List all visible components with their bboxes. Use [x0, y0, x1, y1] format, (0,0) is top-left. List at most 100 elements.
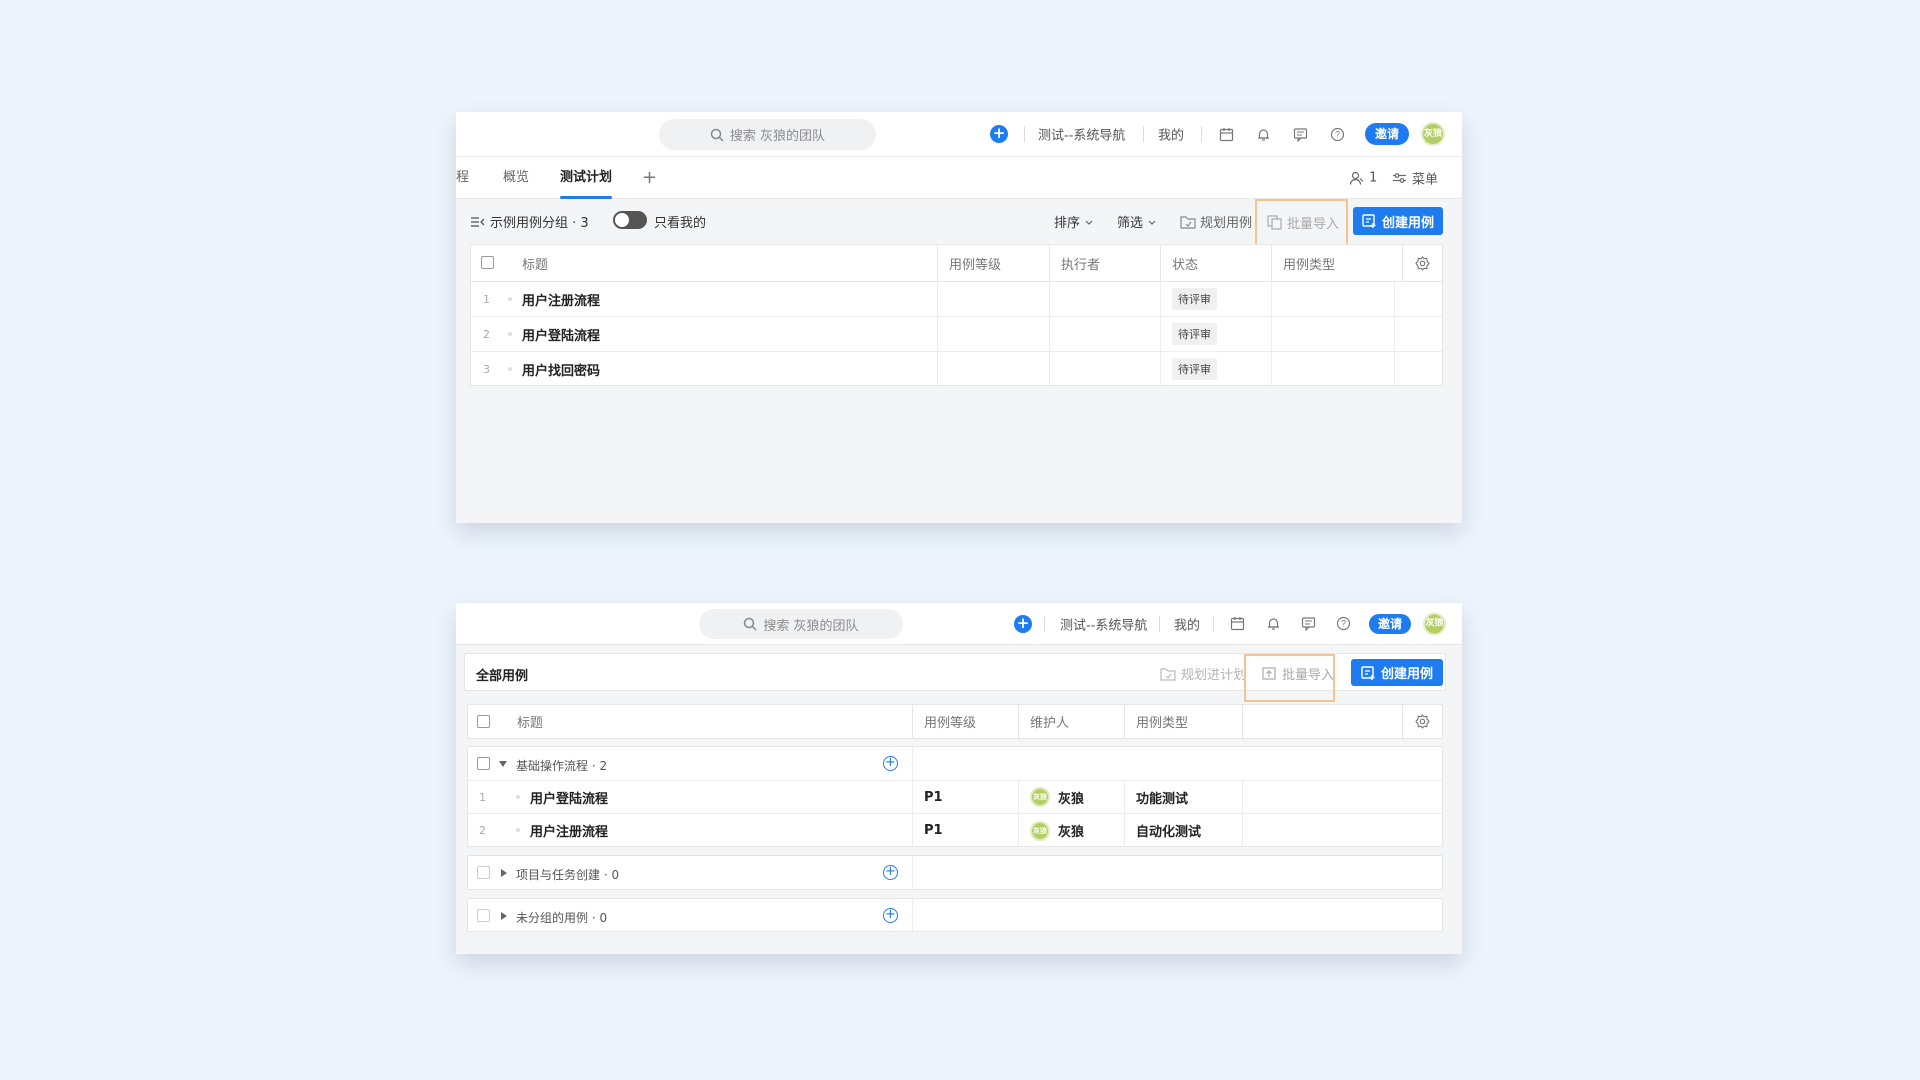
- create-case-button[interactable]: 创建用例: [1351, 659, 1443, 686]
- case-type[interactable]: 自动化测试: [1124, 814, 1242, 847]
- settings-gear-icon[interactable]: [1402, 705, 1442, 738]
- caret-right-icon[interactable]: [500, 869, 508, 877]
- mine-link[interactable]: 我的: [1158, 125, 1184, 144]
- sort-label: 排序: [1054, 216, 1081, 231]
- case-owner[interactable]: 灰狼 灰狼: [1018, 814, 1124, 847]
- tab-test-plan[interactable]: 测试计划: [560, 157, 613, 199]
- tab-schedule[interactable]: 程: [456, 157, 469, 199]
- case-type[interactable]: [1271, 317, 1394, 351]
- case-group[interactable]: 项目与任务创建 · 0 +: [467, 855, 1443, 890]
- group-header-extra: [912, 747, 1444, 780]
- group-header[interactable]: 基础操作流程 · 2 +: [468, 747, 1442, 781]
- only-mine-label: 只看我的: [654, 216, 707, 231]
- invite-button[interactable]: 邀请: [1369, 613, 1411, 634]
- collapse-icon: [471, 216, 485, 227]
- quick-add-icon[interactable]: +: [990, 125, 1008, 143]
- case-status-cell[interactable]: 待评审: [1160, 352, 1271, 386]
- message-icon[interactable]: [1299, 615, 1317, 633]
- project-nav[interactable]: 测试--系统导航: [1060, 614, 1147, 633]
- sort-button[interactable]: 排序: [1054, 212, 1094, 231]
- highlight-box: [1244, 654, 1335, 702]
- search-placeholder: 搜索 灰狼的团队: [763, 618, 859, 634]
- menu-button[interactable]: 菜单: [1392, 168, 1438, 187]
- case-level[interactable]: P1: [912, 781, 1018, 813]
- add-case-icon[interactable]: +: [883, 908, 898, 923]
- case-title[interactable]: 用户找回密码: [511, 352, 937, 386]
- members-button[interactable]: 1: [1349, 170, 1377, 185]
- calendar-icon[interactable]: [1217, 125, 1235, 143]
- group-checkbox[interactable]: [477, 757, 490, 770]
- plan-to-button[interactable]: 规划进计划: [1160, 664, 1246, 683]
- case-type[interactable]: [1271, 352, 1394, 386]
- select-all-checkbox[interactable]: [477, 715, 490, 728]
- settings-gear-icon[interactable]: [1402, 245, 1442, 281]
- add-tab-icon[interactable]: +: [642, 157, 657, 199]
- case-status-cell[interactable]: 待评审: [1160, 317, 1271, 351]
- svg-text:?: ?: [1340, 619, 1345, 629]
- search-icon: [744, 617, 757, 631]
- create-case-label: 创建用例: [1380, 667, 1433, 682]
- add-case-icon[interactable]: +: [883, 756, 898, 771]
- filter-label: 筛选: [1117, 216, 1144, 231]
- bell-icon[interactable]: [1264, 615, 1282, 633]
- owner-avatar: 灰狼: [1030, 787, 1050, 807]
- table-row[interactable]: 3 用户找回密码 待评审: [471, 352, 1442, 386]
- tab-overview[interactable]: 概览: [503, 157, 529, 199]
- calendar-icon[interactable]: [1228, 615, 1246, 633]
- top-bar: 搜索 灰狼的团队 + 测试--系统导航 我的 ? 邀请 灰狼: [456, 603, 1462, 645]
- table-row[interactable]: 1 用户注册流程 待评审: [471, 282, 1442, 317]
- mine-link[interactable]: 我的: [1174, 614, 1200, 633]
- select-all-checkbox[interactable]: [481, 256, 494, 269]
- case-level[interactable]: P1: [912, 814, 1018, 847]
- group-toggle[interactable]: 示例用例分组 · 3: [470, 212, 589, 231]
- case-level[interactable]: [937, 352, 1049, 386]
- page-title: 全部用例: [476, 669, 529, 684]
- case-title[interactable]: 用户登陆流程: [519, 781, 912, 813]
- caret-right-icon[interactable]: [500, 912, 508, 920]
- case-title[interactable]: 用户注册流程: [511, 282, 937, 316]
- table-row[interactable]: 2 用户登陆流程 待评审: [471, 317, 1442, 352]
- plan-case-button[interactable]: 规划用例: [1180, 212, 1252, 231]
- search-placeholder: 搜索 灰狼的团队: [729, 129, 826, 144]
- col-owner: 维护人: [1018, 705, 1124, 738]
- case-level[interactable]: [937, 317, 1049, 351]
- add-case-icon[interactable]: +: [883, 865, 898, 880]
- only-mine-toggle[interactable]: [613, 211, 647, 229]
- case-assignee[interactable]: [1049, 352, 1160, 386]
- case-type[interactable]: 功能测试: [1124, 781, 1242, 813]
- content-area: 全部用例 规划进计划 批量导入 创建用例 标题 用例等级 维护人 用例类型 基础…: [456, 645, 1462, 954]
- group-checkbox[interactable]: [477, 909, 490, 922]
- search-box[interactable]: 搜索 灰狼的团队: [699, 609, 903, 639]
- group-checkbox[interactable]: [477, 866, 490, 879]
- quick-add-icon[interactable]: +: [1014, 614, 1032, 633]
- case-status-cell[interactable]: 待评审: [1160, 282, 1271, 316]
- user-icon: [1349, 171, 1364, 185]
- caret-down-icon[interactable]: [499, 760, 507, 768]
- search-box[interactable]: 搜索 灰狼的团队: [659, 119, 876, 150]
- project-nav[interactable]: 测试--系统导航: [1038, 125, 1125, 144]
- case-type[interactable]: [1271, 282, 1394, 316]
- case-level[interactable]: [937, 282, 1049, 316]
- row-extra: [1242, 781, 1444, 813]
- help-icon[interactable]: ?: [1328, 125, 1346, 143]
- create-case-button[interactable]: 创建用例: [1353, 207, 1443, 235]
- case-title[interactable]: 用户登陆流程: [511, 317, 937, 351]
- bell-icon[interactable]: [1254, 125, 1272, 143]
- case-assignee[interactable]: [1049, 317, 1160, 351]
- help-icon[interactable]: ?: [1334, 615, 1352, 633]
- divider: [1024, 126, 1025, 142]
- col-level: 用例等级: [937, 245, 1049, 281]
- case-group[interactable]: 未分组的用例 · 0 +: [467, 898, 1443, 932]
- table-row[interactable]: 1 用户登陆流程 P1 灰狼 灰狼 功能测试: [468, 781, 1442, 814]
- case-owner[interactable]: 灰狼 灰狼: [1018, 781, 1124, 813]
- filter-button[interactable]: 筛选: [1117, 212, 1157, 231]
- avatar[interactable]: 灰狼: [1421, 122, 1445, 146]
- table-row[interactable]: 2 用户注册流程 P1 灰狼 灰狼 自动化测试: [468, 814, 1442, 847]
- message-icon[interactable]: [1291, 125, 1309, 143]
- create-case-label: 创建用例: [1381, 215, 1434, 231]
- case-assignee[interactable]: [1049, 282, 1160, 316]
- avatar[interactable]: 灰狼: [1423, 612, 1446, 635]
- invite-button[interactable]: 邀请: [1365, 123, 1409, 145]
- divider: [1201, 126, 1202, 142]
- case-title[interactable]: 用户注册流程: [519, 814, 912, 847]
